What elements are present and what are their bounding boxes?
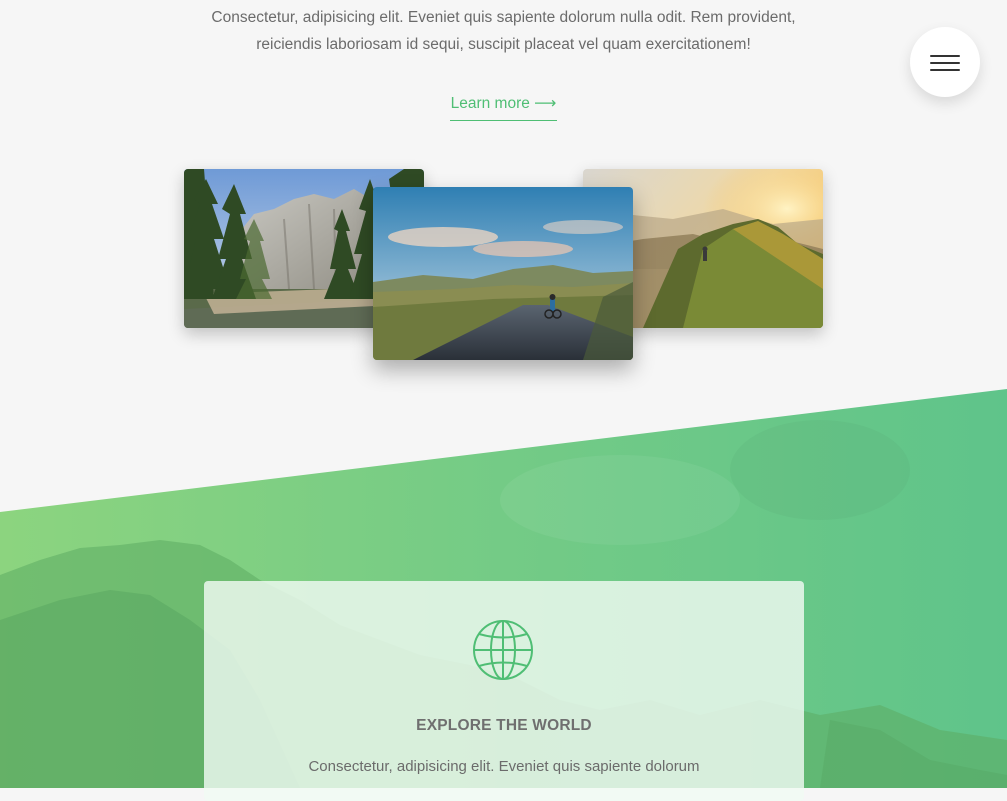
intro-line-2: reiciendis laboriosam id sequi, suscipit… xyxy=(256,36,751,53)
globe-icon xyxy=(473,620,533,680)
cyclist-road-hills-photo xyxy=(373,187,633,360)
feature-card: EXPLORE THE WORLD Consectetur, adipisici… xyxy=(204,581,804,801)
feature-text: Consectetur, adipisicing elit. Eveniet q… xyxy=(308,758,700,775)
learn-more-link[interactable]: Learn more ⟶ xyxy=(450,93,557,121)
intro-text: Consectetur, adipisicing elit. Eveniet q… xyxy=(0,4,1007,58)
intro-line-1: Consectetur, adipisicing elit. Eveniet q… xyxy=(211,9,796,26)
menu-button[interactable] xyxy=(910,27,980,97)
feature-title: EXPLORE THE WORLD xyxy=(416,717,592,734)
